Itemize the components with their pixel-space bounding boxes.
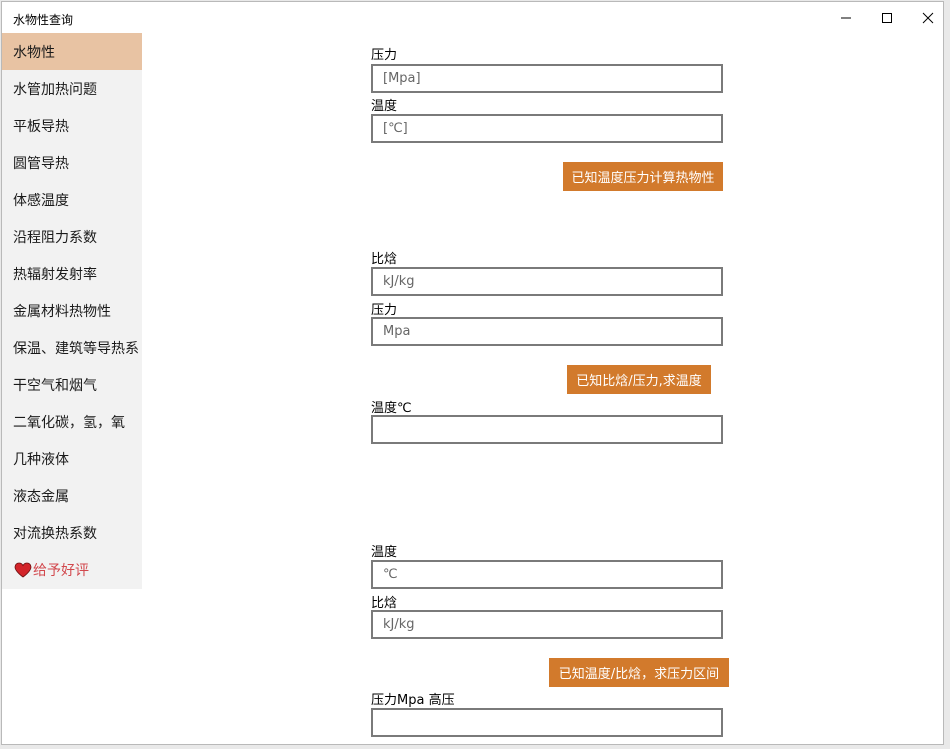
sidebar-item-rate-app[interactable]: 给予好评	[2, 551, 142, 588]
sidebar-item-liquids[interactable]: 几种液体	[2, 440, 142, 477]
calc-temperature-button[interactable]: 已知比焓/压力,求温度	[567, 365, 711, 394]
s3-enthalpy-input[interactable]	[371, 610, 723, 639]
sidebar-item-water-properties[interactable]: 水物性	[2, 33, 142, 70]
s3-temperature-label: 温度	[371, 545, 398, 560]
s2-pressure-label: 压力	[371, 303, 398, 318]
sidebar-item-apparent-temperature[interactable]: 体感温度	[2, 181, 142, 218]
s1-temperature-label: 温度	[371, 99, 398, 114]
close-button[interactable]	[905, 2, 943, 33]
calc-pressure-range-button[interactable]: 已知温度/比焓，求压力区间	[549, 658, 729, 687]
sidebar-item-co2-h2-o2[interactable]: 二氧化碳，氢，氧	[2, 403, 142, 440]
calc-properties-button[interactable]: 已知温度压力计算热物性	[563, 162, 723, 191]
close-icon	[922, 12, 934, 23]
s3-enthalpy-label: 比焓	[371, 596, 398, 611]
sidebar-item-insulation-conductivity[interactable]: 保温、建筑等导热系	[2, 329, 142, 366]
title-bar: 水物性查询	[2, 2, 943, 33]
sidebar-nav: 水物性 水管加热问题 平板导热 圆管导热 体感温度 沿程阻力系数 热辐射发射率 …	[2, 33, 142, 589]
s2-enthalpy-label: 比焓	[371, 252, 398, 267]
s2-pressure-input[interactable]	[371, 317, 723, 346]
maximize-button[interactable]	[864, 2, 910, 33]
s3-result-pressure-label: 压力Mpa 高压	[371, 693, 455, 708]
sidebar-item-friction-factor[interactable]: 沿程阻力系数	[2, 218, 142, 255]
app-window: 水物性查询 水物性 水管加热问题 平板导热 圆管导热 体感温度 沿程阻力系数 热…	[1, 1, 944, 745]
minimize-button[interactable]	[823, 2, 869, 33]
minimize-icon	[841, 17, 851, 18]
heart-icon	[14, 562, 32, 577]
sidebar-item-plate-conduction[interactable]: 平板导热	[2, 107, 142, 144]
s1-temperature-input[interactable]	[371, 114, 723, 143]
sidebar-item-pipe-heating[interactable]: 水管加热问题	[2, 70, 142, 107]
sidebar-item-tube-conduction[interactable]: 圆管导热	[2, 144, 142, 181]
s3-result-pressure-field[interactable]	[371, 708, 723, 737]
s1-pressure-label: 压力	[371, 48, 398, 63]
s2-result-temperature-label: 温度℃	[371, 401, 412, 416]
s1-pressure-input[interactable]	[371, 64, 723, 93]
maximize-icon	[882, 12, 892, 23]
window-title: 水物性查询	[13, 13, 74, 27]
rate-app-label: 给予好评	[33, 562, 89, 579]
s3-temperature-input[interactable]	[371, 560, 723, 589]
sidebar-item-liquid-metals[interactable]: 液态金属	[2, 477, 142, 514]
s2-enthalpy-input[interactable]	[371, 267, 723, 296]
sidebar-item-emissivity[interactable]: 热辐射发射率	[2, 255, 142, 292]
s2-result-temperature-field[interactable]	[371, 415, 723, 444]
sidebar-item-dry-air-flue-gas[interactable]: 干空气和烟气	[2, 366, 142, 403]
sidebar-item-metal-properties[interactable]: 金属材料热物性	[2, 292, 142, 329]
sidebar-item-convection-coefficient[interactable]: 对流换热系数	[2, 514, 142, 551]
